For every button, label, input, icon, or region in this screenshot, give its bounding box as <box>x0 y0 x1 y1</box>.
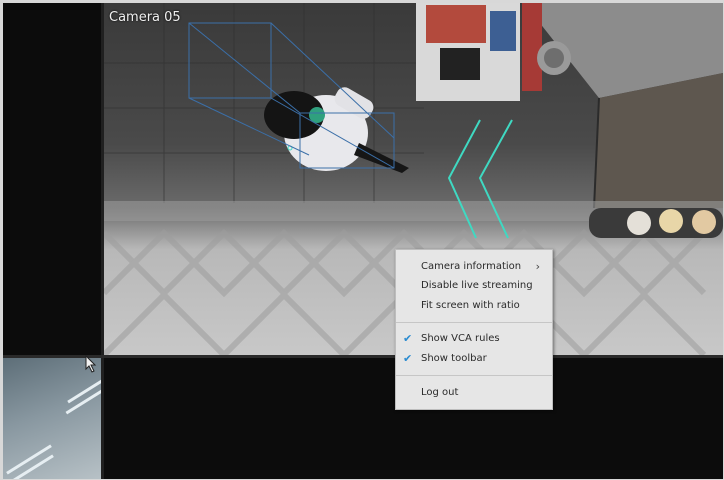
menu-item-label: Show toolbar <box>421 353 487 364</box>
checkmark-icon: ✔ <box>403 332 413 345</box>
menu-separator <box>396 322 552 323</box>
menu-item-camera-information[interactable]: Camera information › <box>396 257 552 277</box>
menu-item-disable-live-streaming[interactable]: Disable live streaming <box>396 276 552 296</box>
menu-item-fit-screen-with-ratio[interactable]: Fit screen with ratio <box>396 296 552 316</box>
menu-item-log-out[interactable]: Log out <box>396 383 552 403</box>
menu-separator <box>396 375 552 376</box>
menu-item-label: Disable live streaming <box>421 280 533 291</box>
menu-item-label: Show VCA rules <box>421 333 500 344</box>
menu-item-label: Log out <box>421 387 459 398</box>
mouse-pointer-icon <box>85 355 97 373</box>
context-menu: Camera information › Disable live stream… <box>395 249 553 410</box>
camera-thumbnail-view[interactable] <box>3 358 101 479</box>
camera-title: Camera 05 <box>109 10 181 25</box>
chevron-right-icon: › <box>535 260 540 273</box>
menu-item-show-vca-rules[interactable]: ✔ Show VCA rules <box>396 329 552 349</box>
menu-item-show-toolbar[interactable]: ✔ Show toolbar <box>396 349 552 369</box>
checkmark-icon: ✔ <box>403 352 413 365</box>
layout-divider-horizontal <box>3 355 723 358</box>
menu-item-label: Camera information <box>421 261 522 272</box>
empty-view-panel[interactable] <box>3 3 101 355</box>
menu-item-label: Fit screen with ratio <box>421 300 520 311</box>
